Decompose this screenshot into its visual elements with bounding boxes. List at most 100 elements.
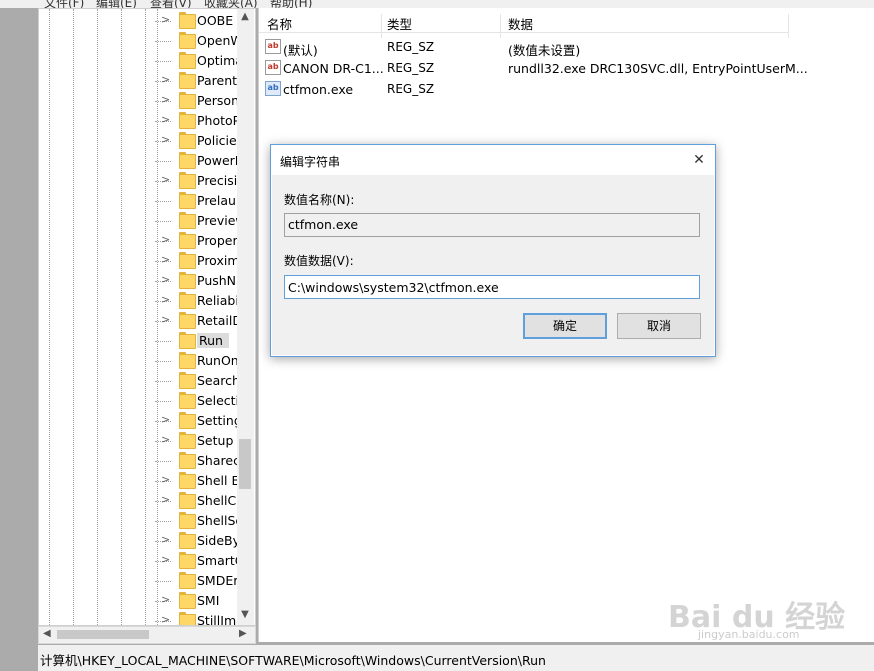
- tree-item[interactable]: > SmartG: [155, 551, 241, 571]
- expand-chevron-icon[interactable]: >: [161, 614, 171, 626]
- expand-chevron-icon[interactable]: >: [161, 534, 171, 546]
- tree-item[interactable]: RunOn: [155, 351, 241, 371]
- expand-chevron-icon[interactable]: >: [161, 94, 171, 106]
- tree-scroll-thumb[interactable]: [239, 439, 251, 489]
- tree-item[interactable]: Selecti: [155, 391, 241, 411]
- expand-chevron-icon[interactable]: >: [161, 174, 171, 186]
- tree-item[interactable]: > ShellCo: [155, 491, 241, 511]
- folder-icon: [179, 472, 196, 489]
- expand-chevron-icon[interactable]: >: [161, 434, 171, 446]
- tree-item[interactable]: Sharec: [155, 451, 241, 471]
- tree-item[interactable]: > OOBE: [155, 11, 241, 31]
- scroll-left-icon[interactable]: ◀: [43, 628, 51, 639]
- column-separator[interactable]: [381, 14, 382, 38]
- tree-item[interactable]: OpenW: [155, 31, 241, 51]
- expand-chevron-icon[interactable]: >: [161, 274, 171, 286]
- tree-horizontal-scrollbar[interactable]: ◀ ▶: [38, 626, 256, 644]
- tree-item[interactable]: > Setting: [155, 411, 241, 431]
- tree-vertical-scrollbar[interactable]: ▲ ▼: [237, 9, 254, 625]
- tree-item[interactable]: > SideBy: [155, 531, 241, 551]
- tree-item[interactable]: Optima: [155, 51, 241, 71]
- folder-icon: [179, 452, 196, 469]
- tree-item[interactable]: > Setup: [155, 431, 241, 451]
- tree-item-label: Shell E: [197, 473, 240, 488]
- tree-item-label: Person: [197, 93, 240, 108]
- scroll-down-icon[interactable]: ▼: [239, 609, 251, 623]
- expand-chevron-icon[interactable]: >: [161, 554, 171, 566]
- cancel-button[interactable]: 取消: [617, 313, 701, 339]
- tree-item-label: OpenW: [197, 33, 241, 48]
- tree-connector: [155, 341, 171, 342]
- tree-item-label: SMI: [197, 593, 220, 608]
- tree-item[interactable]: Run: [155, 331, 241, 351]
- menu-favorites[interactable]: 收藏夹(A): [204, 0, 258, 8]
- expand-chevron-icon[interactable]: >: [161, 114, 171, 126]
- tree-item[interactable]: > PushN: [155, 271, 241, 291]
- folder-icon: [179, 592, 196, 609]
- column-separator[interactable]: [788, 14, 789, 38]
- tree-connector: [155, 461, 171, 462]
- tree-item-label: Policie: [197, 133, 237, 148]
- folder-icon: [179, 572, 196, 589]
- registry-tree[interactable]: > OOBE OpenW Optima > Parent > Person > PhotoP > Po…: [38, 8, 256, 626]
- ok-button[interactable]: 确定: [523, 313, 607, 339]
- tree-item[interactable]: > SMI: [155, 591, 241, 611]
- string-value-icon: ab: [265, 81, 281, 96]
- tree-item[interactable]: > Policie: [155, 131, 241, 151]
- expand-chevron-icon[interactable]: >: [161, 474, 171, 486]
- menu-view[interactable]: 查看(V): [150, 0, 192, 8]
- tree-item[interactable]: > Proper: [155, 231, 241, 251]
- expand-chevron-icon[interactable]: >: [161, 294, 171, 306]
- folder-icon: [179, 132, 196, 149]
- tree-item-label: PowerI: [197, 153, 239, 168]
- tree-item[interactable]: ShellSe: [155, 511, 241, 531]
- expand-chevron-icon[interactable]: >: [161, 134, 171, 146]
- list-row[interactable]: ab ctfmon.exe REG_SZ: [259, 78, 874, 99]
- expand-chevron-icon[interactable]: >: [161, 314, 171, 326]
- tree-item[interactable]: > RetailD: [155, 311, 241, 331]
- tree-item[interactable]: SMDEr: [155, 571, 241, 591]
- tree-item[interactable]: > StillIma: [155, 611, 241, 626]
- tree-item[interactable]: > Precisi: [155, 171, 241, 191]
- value-data-input[interactable]: [284, 275, 700, 299]
- tree-guide-line: [73, 9, 74, 625]
- tree-item[interactable]: Search: [155, 371, 241, 391]
- menu-edit[interactable]: 编辑(E): [96, 0, 137, 8]
- list-row[interactable]: ab (默认) REG_SZ (数值未设置): [259, 36, 874, 58]
- tree-item[interactable]: > Shell E: [155, 471, 241, 491]
- menu-file[interactable]: 文件(F): [44, 0, 84, 8]
- expand-chevron-icon[interactable]: >: [161, 594, 171, 606]
- folder-icon: [179, 512, 196, 529]
- tree-item[interactable]: > Person: [155, 91, 241, 111]
- scroll-right-icon[interactable]: ▶: [239, 628, 247, 639]
- tree-item-label: Run: [197, 333, 229, 348]
- expand-chevron-icon[interactable]: >: [161, 74, 171, 86]
- expand-chevron-icon[interactable]: >: [161, 14, 171, 26]
- list-row[interactable]: ab CANON DR-C1... REG_SZ rundll32.exe DR…: [259, 57, 874, 78]
- close-icon[interactable]: ✕: [689, 150, 709, 170]
- expand-chevron-icon[interactable]: >: [161, 414, 171, 426]
- column-header-name[interactable]: 名称: [267, 14, 292, 33]
- menu-help[interactable]: 帮助(H): [270, 0, 312, 8]
- column-header-data[interactable]: 数据: [508, 14, 533, 33]
- expand-chevron-icon[interactable]: >: [161, 234, 171, 246]
- column-header-type[interactable]: 类型: [387, 14, 412, 33]
- tree-item[interactable]: PowerI: [155, 151, 241, 171]
- folder-icon: [179, 12, 196, 29]
- tree-item[interactable]: > Parent: [155, 71, 241, 91]
- tree-item[interactable]: Prelaun: [155, 191, 241, 211]
- expand-chevron-icon[interactable]: >: [161, 494, 171, 506]
- tree-hscroll-thumb[interactable]: [57, 630, 149, 639]
- tree-item-label: Optima: [197, 53, 241, 68]
- tree-item[interactable]: > Reliabi: [155, 291, 241, 311]
- folder-icon: [179, 552, 196, 569]
- tree-item[interactable]: > PhotoP: [155, 111, 241, 131]
- scroll-up-icon[interactable]: ▲: [239, 11, 251, 25]
- column-separator[interactable]: [500, 14, 501, 38]
- tree-connector: [155, 401, 171, 402]
- tree-item[interactable]: > Proxim: [155, 251, 241, 271]
- expand-chevron-icon[interactable]: >: [161, 254, 171, 266]
- tree-item-label: PhotoP: [197, 113, 241, 128]
- tree-item[interactable]: Preview: [155, 211, 241, 231]
- tree-item-label: ShellCo: [197, 493, 241, 508]
